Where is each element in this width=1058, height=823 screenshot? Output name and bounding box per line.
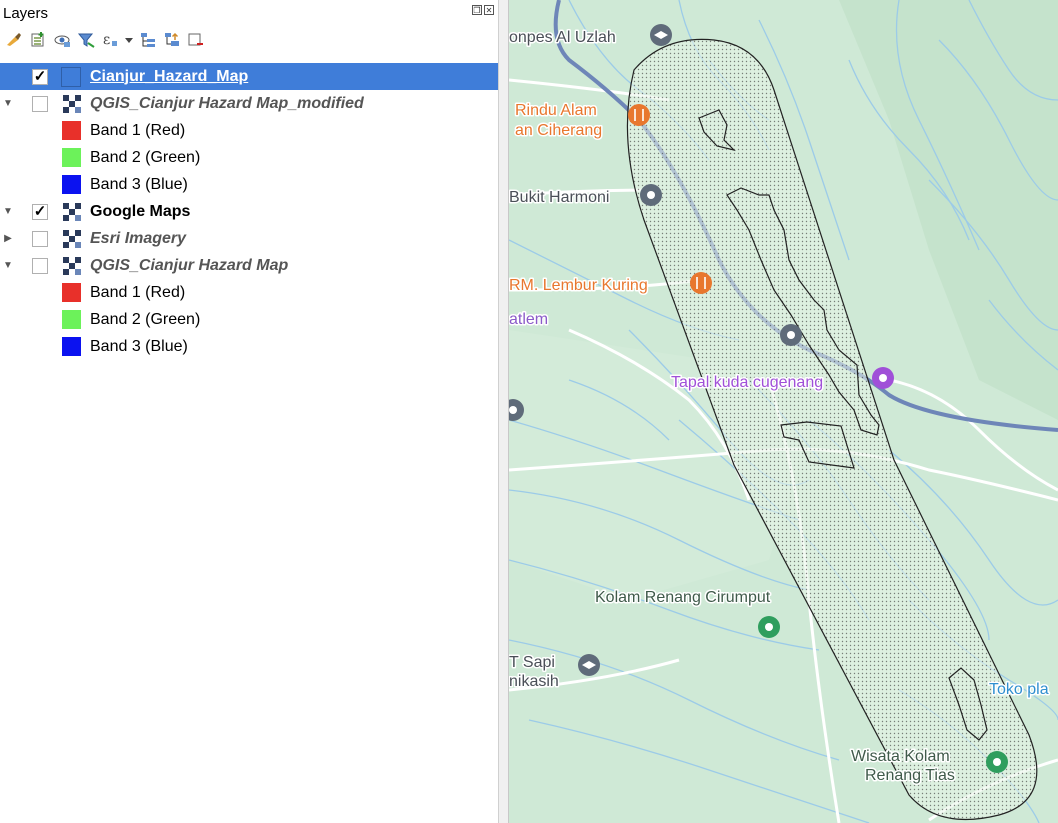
band-label: Band 3 (Blue) xyxy=(90,337,188,355)
school-poi-icon[interactable] xyxy=(578,654,600,676)
restaurant-poi-icon[interactable] xyxy=(628,104,650,126)
layer-checkbox[interactable]: ✓ xyxy=(32,68,48,85)
map-svg[interactable]: onpes Al Uzlah Rindu Alam an Ciherang Bu… xyxy=(509,0,1058,823)
map-label: Renang Tias xyxy=(865,767,955,784)
layer-item-qgis-modified[interactable]: ▼ QGIS_Cianjur Hazard Map_modified xyxy=(0,90,498,117)
layer-item-cianjur-hazard-map[interactable]: ✓ Cianjur_Hazard_Map xyxy=(0,63,498,90)
place-poi-icon[interactable] xyxy=(640,184,662,206)
map-label: Tapal kuda cugenang xyxy=(671,374,823,391)
layer-checkbox[interactable]: ✓ xyxy=(32,203,48,220)
map-label: an Ciherang xyxy=(515,122,602,139)
band-label: Band 2 (Green) xyxy=(90,310,201,328)
filter-icon[interactable] xyxy=(76,30,96,50)
restaurant-poi-icon[interactable] xyxy=(690,272,712,294)
band-color-swatch xyxy=(62,148,81,167)
band-item[interactable]: Band 3 (Blue) xyxy=(0,333,498,360)
map-label: T Sapi xyxy=(509,654,555,671)
layer-checkbox[interactable] xyxy=(32,95,48,112)
polygon-layer-icon xyxy=(61,66,81,87)
layer-checkbox[interactable] xyxy=(32,257,48,274)
band-color-swatch xyxy=(62,175,81,194)
band-item[interactable]: Band 2 (Green) xyxy=(0,306,498,333)
band-color-swatch xyxy=(62,337,81,356)
expand-arrow-icon[interactable]: ▶ xyxy=(3,233,13,244)
band-label: Band 2 (Green) xyxy=(90,148,201,166)
layer-label: QGIS_Cianjur Hazard Map_modified xyxy=(90,94,364,112)
panel-splitter[interactable] xyxy=(498,0,509,823)
map-label: nikasih xyxy=(509,673,559,690)
collapse-all-icon[interactable] xyxy=(162,30,182,50)
place-poi-icon[interactable] xyxy=(780,324,802,346)
filter-expression-icon[interactable]: ε xyxy=(100,30,120,50)
school-poi-icon[interactable] xyxy=(650,24,672,46)
map-label: onpes Al Uzlah xyxy=(509,29,616,46)
svg-text:ε: ε xyxy=(103,32,110,48)
map-canvas[interactable]: onpes Al Uzlah Rindu Alam an Ciherang Bu… xyxy=(509,0,1058,823)
layer-label: Esri Imagery xyxy=(90,229,187,247)
layer-item-google-maps[interactable]: ▼ ✓ Google Maps xyxy=(0,198,498,225)
layer-checkbox[interactable] xyxy=(32,230,48,247)
float-panel-button[interactable]: ❐ xyxy=(472,5,482,15)
collapse-arrow-icon[interactable]: ▼ xyxy=(3,206,13,217)
layer-label: QGIS_Cianjur Hazard Map xyxy=(90,256,289,274)
band-item[interactable]: Band 3 (Blue) xyxy=(0,171,498,198)
band-color-swatch xyxy=(62,310,81,329)
band-label: Band 1 (Red) xyxy=(90,121,186,139)
band-item[interactable]: Band 2 (Green) xyxy=(0,144,498,171)
raster-layer-icon xyxy=(63,202,81,221)
band-color-swatch xyxy=(62,283,81,302)
band-item[interactable]: Band 1 (Red) xyxy=(0,279,498,306)
collapse-arrow-icon[interactable]: ▼ xyxy=(3,260,13,271)
layers-panel: Layers ❐ ✕ ε ✓ Cianjur_Hazard_Map ▼ QGIS… xyxy=(0,0,498,823)
layer-item-qgis-hazard-map[interactable]: ▼ QGIS_Cianjur Hazard Map xyxy=(0,252,498,279)
park-poi-icon[interactable] xyxy=(758,616,780,638)
raster-layer-icon xyxy=(63,94,81,113)
collapse-arrow-icon[interactable]: ▼ xyxy=(3,98,13,109)
layer-tree: ✓ Cianjur_Hazard_Map ▼ QGIS_Cianjur Haza… xyxy=(0,63,498,360)
dropdown-arrow-icon[interactable] xyxy=(124,30,134,50)
band-item[interactable]: Band 1 (Red) xyxy=(0,117,498,144)
band-color-swatch xyxy=(62,121,81,140)
style-icon[interactable] xyxy=(4,30,24,50)
band-label: Band 3 (Blue) xyxy=(90,175,188,193)
layer-label: Google Maps xyxy=(90,202,191,220)
expand-all-icon[interactable] xyxy=(138,30,158,50)
map-label: atlem xyxy=(509,311,548,328)
map-label: Rindu Alam xyxy=(515,102,597,119)
add-group-icon[interactable] xyxy=(28,30,48,50)
map-label: Kolam Renang Cirumput xyxy=(595,589,771,606)
layer-item-esri-imagery[interactable]: ▶ Esri Imagery xyxy=(0,225,498,252)
manage-visibility-icon[interactable] xyxy=(52,30,72,50)
map-label: Bukit Harmoni xyxy=(509,189,609,206)
map-label: Wisata Kolam xyxy=(851,748,950,765)
remove-layer-icon[interactable] xyxy=(186,30,206,50)
band-label: Band 1 (Red) xyxy=(90,283,186,301)
raster-layer-icon xyxy=(63,229,81,248)
layer-label: Cianjur_Hazard_Map xyxy=(90,67,249,85)
panel-title: Layers xyxy=(3,5,49,22)
close-panel-button[interactable]: ✕ xyxy=(484,5,494,15)
map-label: RM. Lembur Kuring xyxy=(509,277,648,294)
map-label: Toko pla xyxy=(989,681,1049,698)
layers-toolbar: ε xyxy=(4,30,206,50)
attraction-poi-icon[interactable] xyxy=(872,367,894,389)
raster-layer-icon xyxy=(63,256,81,275)
park-poi-icon[interactable] xyxy=(986,751,1008,773)
